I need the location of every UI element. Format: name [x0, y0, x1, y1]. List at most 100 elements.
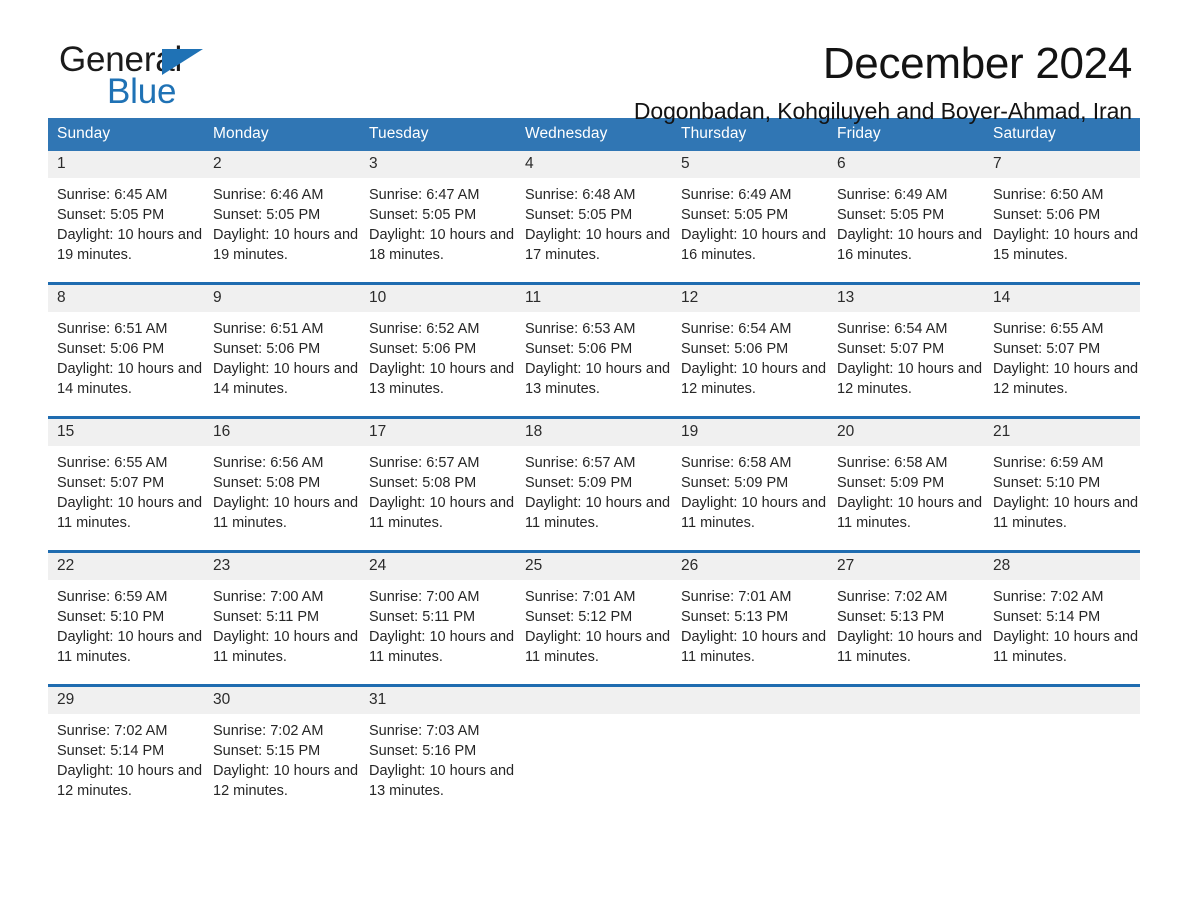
day-number: 20 — [837, 423, 855, 440]
day-details: Sunrise: 6:54 AM Sunset: 5:07 PM Dayligh… — [837, 321, 983, 397]
day-cell[interactable]: 28 Sunrise: 7:02 AM Sunset: 5:14 PM Dayli… — [984, 550, 1140, 686]
day-number: 22 — [57, 557, 75, 574]
day-cell[interactable]: 18 Sunrise: 6:57 AM Sunset: 5:09 PM Dayli… — [516, 416, 672, 552]
day-number: 11 — [525, 289, 542, 306]
day-cell[interactable]: 19 Sunrise: 6:58 AM Sunset: 5:09 PM Dayli… — [672, 416, 828, 552]
day-details: Sunrise: 7:03 AM Sunset: 5:16 PM Dayligh… — [369, 723, 515, 799]
day-cell-empty — [672, 684, 828, 818]
day-number: 21 — [993, 423, 1011, 440]
day-cell[interactable]: 11 Sunrise: 6:53 AM Sunset: 5:06 PM Dayli… — [516, 282, 672, 418]
day-details: Sunrise: 6:48 AM Sunset: 5:05 PM Dayligh… — [525, 187, 671, 263]
page-title: December 2024 — [822, 39, 1132, 88]
day-cell[interactable]: 31 Sunrise: 7:03 AM Sunset: 5:16 PM Dayli… — [360, 684, 516, 818]
day-details: Sunrise: 6:52 AM Sunset: 5:06 PM Dayligh… — [369, 321, 515, 397]
day-details: Sunrise: 6:45 AM Sunset: 5:05 PM Dayligh… — [57, 187, 203, 263]
day-details: Sunrise: 6:49 AM Sunset: 5:05 PM Dayligh… — [837, 187, 983, 263]
day-details: Sunrise: 6:51 AM Sunset: 5:06 PM Dayligh… — [57, 321, 203, 397]
calendar-page: General Blue December 2024 Dogonbadan, K… — [0, 0, 1188, 918]
day-cell[interactable]: 17 Sunrise: 6:57 AM Sunset: 5:08 PM Dayli… — [360, 416, 516, 552]
day-number: 2 — [213, 155, 222, 172]
day-details: Sunrise: 7:02 AM Sunset: 5:15 PM Dayligh… — [213, 723, 359, 799]
weekday-header-sunday: Sunday — [48, 118, 204, 151]
day-cell-empty — [828, 684, 984, 818]
day-number: 12 — [681, 289, 699, 306]
day-number: 6 — [837, 155, 846, 172]
day-details: Sunrise: 6:53 AM Sunset: 5:06 PM Dayligh… — [525, 321, 671, 397]
day-cell[interactable]: 25 Sunrise: 7:01 AM Sunset: 5:12 PM Dayli… — [516, 550, 672, 686]
day-cell[interactable]: 26 Sunrise: 7:01 AM Sunset: 5:13 PM Dayli… — [672, 550, 828, 686]
page-header: General Blue December 2024 Dogonbadan, K… — [48, 0, 1140, 124]
day-number: 7 — [993, 155, 1002, 172]
day-number: 14 — [993, 289, 1011, 306]
week-row: 15 Sunrise: 6:55 AM Sunset: 5:07 PM Dayli… — [48, 416, 1140, 552]
week-row: 8 Sunrise: 6:51 AM Sunset: 5:06 PM Daylig… — [48, 282, 1140, 418]
day-details: Sunrise: 6:47 AM Sunset: 5:05 PM Dayligh… — [369, 187, 515, 263]
day-cell[interactable]: 27 Sunrise: 7:02 AM Sunset: 5:13 PM Dayli… — [828, 550, 984, 686]
day-number: 16 — [213, 423, 231, 440]
day-cell[interactable]: 14 Sunrise: 6:55 AM Sunset: 5:07 PM Dayli… — [984, 282, 1140, 418]
day-number: 5 — [681, 155, 690, 172]
day-cell[interactable]: 4 Sunrise: 6:48 AM Sunset: 5:05 PM Daylig… — [516, 151, 672, 284]
weekday-header-monday: Monday — [204, 118, 360, 151]
day-number: 28 — [993, 557, 1011, 574]
title-block: December 2024 Dogonbadan, Kohgiluyeh and… — [634, 38, 1132, 126]
day-details: Sunrise: 7:01 AM Sunset: 5:13 PM Dayligh… — [681, 589, 827, 665]
day-details: Sunrise: 6:58 AM Sunset: 5:09 PM Dayligh… — [681, 455, 827, 531]
day-details: Sunrise: 7:02 AM Sunset: 5:13 PM Dayligh… — [837, 589, 983, 665]
day-cell[interactable]: 24 Sunrise: 7:00 AM Sunset: 5:11 PM Dayli… — [360, 550, 516, 686]
day-number: 18 — [525, 423, 543, 440]
day-details: Sunrise: 6:51 AM Sunset: 5:06 PM Dayligh… — [213, 321, 359, 397]
day-cell[interactable]: 12 Sunrise: 6:54 AM Sunset: 5:06 PM Dayli… — [672, 282, 828, 418]
day-number: 9 — [213, 289, 222, 306]
day-details: Sunrise: 6:55 AM Sunset: 5:07 PM Dayligh… — [57, 455, 203, 531]
day-number: 4 — [525, 155, 534, 172]
day-details: Sunrise: 6:57 AM Sunset: 5:09 PM Dayligh… — [525, 455, 671, 531]
day-number: 15 — [57, 423, 75, 440]
day-number: 25 — [525, 557, 543, 574]
day-number: 29 — [57, 691, 75, 708]
day-details: Sunrise: 7:02 AM Sunset: 5:14 PM Dayligh… — [993, 589, 1139, 665]
weekday-header-tuesday: Tuesday — [360, 118, 516, 151]
week-row: 1 Sunrise: 6:45 AM Sunset: 5:05 PM Daylig… — [48, 151, 1140, 284]
day-number: 1 — [57, 155, 66, 172]
day-cell[interactable]: 21 Sunrise: 6:59 AM Sunset: 5:10 PM Dayli… — [984, 416, 1140, 552]
day-details: Sunrise: 7:00 AM Sunset: 5:11 PM Dayligh… — [213, 589, 359, 665]
day-cell[interactable]: 23 Sunrise: 7:00 AM Sunset: 5:11 PM Dayli… — [204, 550, 360, 686]
day-number: 23 — [213, 557, 231, 574]
day-cell[interactable]: 3 Sunrise: 6:47 AM Sunset: 5:05 PM Daylig… — [360, 151, 516, 284]
day-cell[interactable]: 2 Sunrise: 6:46 AM Sunset: 5:05 PM Daylig… — [204, 151, 360, 284]
day-details: Sunrise: 7:01 AM Sunset: 5:12 PM Dayligh… — [525, 589, 671, 665]
day-details: Sunrise: 6:59 AM Sunset: 5:10 PM Dayligh… — [993, 455, 1139, 531]
day-cell[interactable]: 15 Sunrise: 6:55 AM Sunset: 5:07 PM Dayli… — [48, 416, 204, 552]
day-details: Sunrise: 6:56 AM Sunset: 5:08 PM Dayligh… — [213, 455, 359, 531]
general-blue-logo: General Blue — [59, 42, 249, 114]
day-details: Sunrise: 7:02 AM Sunset: 5:14 PM Dayligh… — [57, 723, 203, 799]
day-cell[interactable]: 8 Sunrise: 6:51 AM Sunset: 5:06 PM Daylig… — [48, 282, 204, 418]
day-number: 8 — [57, 289, 66, 306]
day-number: 27 — [837, 557, 855, 574]
day-cell[interactable]: 13 Sunrise: 6:54 AM Sunset: 5:07 PM Dayli… — [828, 282, 984, 418]
day-cell[interactable]: 6 Sunrise: 6:49 AM Sunset: 5:05 PM Daylig… — [828, 151, 984, 284]
day-details: Sunrise: 7:00 AM Sunset: 5:11 PM Dayligh… — [369, 589, 515, 665]
day-cell[interactable]: 10 Sunrise: 6:52 AM Sunset: 5:06 PM Dayli… — [360, 282, 516, 418]
week-row: 29 Sunrise: 7:02 AM Sunset: 5:14 PM Dayli… — [48, 684, 1140, 818]
day-cell[interactable]: 1 Sunrise: 6:45 AM Sunset: 5:05 PM Daylig… — [48, 151, 204, 284]
day-cell[interactable]: 22 Sunrise: 6:59 AM Sunset: 5:10 PM Dayli… — [48, 550, 204, 686]
day-number: 30 — [213, 691, 231, 708]
day-cell[interactable]: 7 Sunrise: 6:50 AM Sunset: 5:06 PM Daylig… — [984, 151, 1140, 284]
day-cell[interactable]: 16 Sunrise: 6:56 AM Sunset: 5:08 PM Dayli… — [204, 416, 360, 552]
day-cell[interactable]: 9 Sunrise: 6:51 AM Sunset: 5:06 PM Daylig… — [204, 282, 360, 418]
day-cell[interactable]: 20 Sunrise: 6:58 AM Sunset: 5:09 PM Dayli… — [828, 416, 984, 552]
day-number: 10 — [369, 289, 387, 306]
day-details: Sunrise: 6:59 AM Sunset: 5:10 PM Dayligh… — [57, 589, 203, 665]
day-cell[interactable]: 30 Sunrise: 7:02 AM Sunset: 5:15 PM Dayli… — [204, 684, 360, 818]
day-cell[interactable]: 29 Sunrise: 7:02 AM Sunset: 5:14 PM Dayli… — [48, 684, 204, 818]
day-number: 24 — [369, 557, 387, 574]
location-subtitle: Dogonbadan, Kohgiluyeh and Boyer-Ahmad, … — [633, 98, 1132, 124]
day-details: Sunrise: 6:49 AM Sunset: 5:05 PM Dayligh… — [681, 187, 827, 263]
day-cell[interactable]: 5 Sunrise: 6:49 AM Sunset: 5:05 PM Daylig… — [672, 151, 828, 284]
sunrise-sunset-calendar: Sunday Monday Tuesday Wednesday Thursday… — [48, 118, 1140, 818]
day-number: 13 — [837, 289, 855, 306]
day-details: Sunrise: 6:46 AM Sunset: 5:05 PM Dayligh… — [213, 187, 359, 263]
logo-text-blue: Blue — [107, 72, 177, 111]
